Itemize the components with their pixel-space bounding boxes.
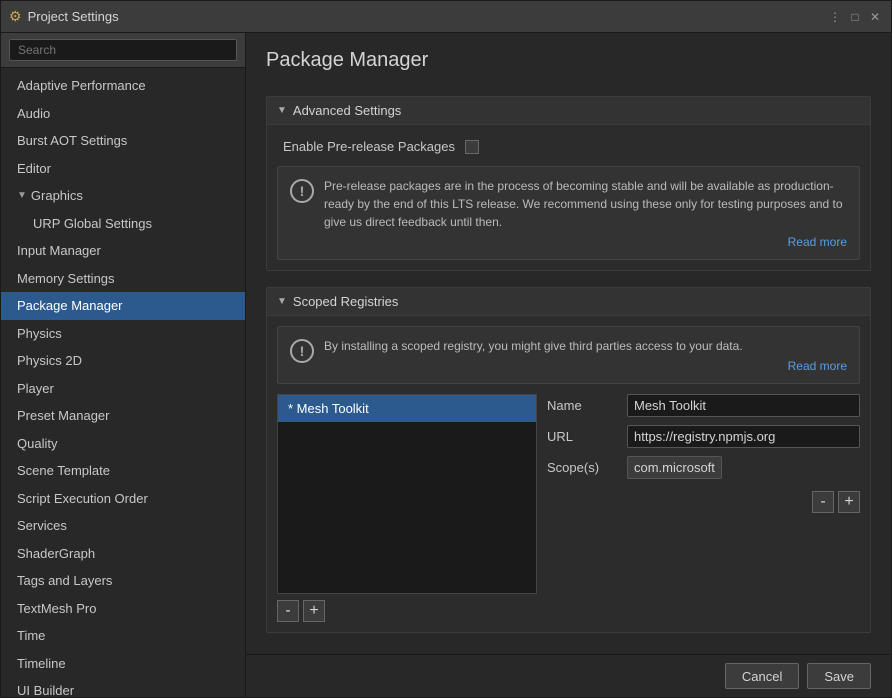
advanced-settings-section: ▼ Advanced Settings Enable Pre-release P… [266, 96, 871, 271]
sidebar-item-input[interactable]: Input Manager [1, 237, 245, 265]
scoped-registries-header[interactable]: ▼ Scoped Registries [267, 288, 870, 316]
main-panel: Package Manager ▼ Advanced Settings Enab… [246, 33, 891, 697]
title-bar-controls: ⋮ □ ✕ [827, 9, 883, 25]
name-field-label: Name [547, 398, 617, 413]
graphics-arrow-icon: ▼ [17, 188, 27, 203]
url-field-label: URL [547, 429, 617, 444]
sidebar-item-time[interactable]: Time [1, 622, 245, 650]
menu-button[interactable]: ⋮ [827, 9, 843, 25]
sidebar-item-urp[interactable]: URP Global Settings [1, 210, 245, 238]
project-settings-window: ⚙ Project Settings ⋮ □ ✕ Adaptive Perfor… [0, 0, 892, 698]
advanced-info-icon: ! [290, 179, 314, 203]
scoped-registries-title: Scoped Registries [293, 294, 399, 309]
sidebar-item-memory[interactable]: Memory Settings [1, 265, 245, 293]
advanced-info-text: Pre-release packages are in the process … [324, 177, 847, 249]
scopes-field-value: com.microsoft [627, 456, 722, 479]
scoped-read-more[interactable]: Read more [324, 359, 847, 373]
scoped-registries-arrow-icon: ▼ [277, 296, 287, 307]
scoped-info-icon: ! [290, 339, 314, 363]
save-button[interactable]: Save [807, 663, 871, 689]
settings-icon: ⚙ [9, 8, 22, 25]
scope-btn-row: - + [547, 487, 860, 513]
registry-list: * Mesh Toolkit [277, 394, 537, 594]
scopes-field-label: Scope(s) [547, 460, 617, 475]
name-field-input[interactable] [627, 394, 860, 417]
sidebar-item-physics[interactable]: Physics [1, 320, 245, 348]
footer: Cancel Save [246, 654, 891, 697]
title-bar-left: ⚙ Project Settings [9, 8, 119, 25]
sidebar-item-player[interactable]: Player [1, 375, 245, 403]
url-field-input[interactable] [627, 425, 860, 448]
search-input[interactable] [9, 39, 237, 61]
registry-list-item-mesh-toolkit[interactable]: * Mesh Toolkit [278, 395, 536, 422]
advanced-read-more[interactable]: Read more [324, 235, 847, 249]
sidebar-item-preset[interactable]: Preset Manager [1, 402, 245, 430]
registry-add-button[interactable]: + [303, 600, 325, 622]
url-field-row: URL [547, 425, 860, 448]
cancel-button[interactable]: Cancel [725, 663, 799, 689]
sidebar-item-graphics[interactable]: ▼ Graphics [1, 182, 245, 210]
sidebar-item-burst[interactable]: Burst AOT Settings [1, 127, 245, 155]
advanced-settings-body: Enable Pre-release Packages ! Pre-releas… [267, 125, 870, 270]
maximize-button[interactable]: □ [847, 9, 863, 25]
scoped-info-description: By installing a scoped registry, you mig… [324, 337, 847, 355]
advanced-info-description: Pre-release packages are in the process … [324, 177, 847, 231]
sidebar-item-audio[interactable]: Audio [1, 100, 245, 128]
sidebar-search-area [1, 33, 245, 68]
window-title: Project Settings [28, 9, 119, 24]
registry-details: Name URL Scope(s) com.microsoft [547, 394, 860, 622]
advanced-settings-header[interactable]: ▼ Advanced Settings [267, 97, 870, 125]
sidebar-item-textmesh[interactable]: TextMesh Pro [1, 595, 245, 623]
sidebar-item-script-exec[interactable]: Script Execution Order [1, 485, 245, 513]
sidebar-item-timeline[interactable]: Timeline [1, 650, 245, 678]
scope-add-button[interactable]: + [838, 491, 860, 513]
pre-release-toggle-row: Enable Pre-release Packages [277, 135, 860, 158]
pre-release-checkbox[interactable] [465, 140, 479, 154]
registry-row: * Mesh Toolkit - + Name [277, 394, 860, 622]
content-area: Adaptive Performance Audio Burst AOT Set… [1, 33, 891, 697]
main-content-area: Package Manager ▼ Advanced Settings Enab… [246, 33, 891, 654]
scoped-registries-section: ▼ Scoped Registries ! By installing a sc… [266, 287, 871, 633]
sidebar-item-editor[interactable]: Editor [1, 155, 245, 183]
sidebar-list: Adaptive Performance Audio Burst AOT Set… [1, 68, 245, 697]
sidebar-item-quality[interactable]: Quality [1, 430, 245, 458]
sidebar-item-package-manager[interactable]: Package Manager [1, 292, 245, 320]
sidebar-item-adaptive-performance[interactable]: Adaptive Performance [1, 72, 245, 100]
registry-remove-button[interactable]: - [277, 600, 299, 622]
registry-list-btn-row: - + [277, 594, 537, 622]
sidebar: Adaptive Performance Audio Burst AOT Set… [1, 33, 246, 697]
sidebar-item-ui-builder[interactable]: UI Builder [1, 677, 245, 697]
advanced-settings-title: Advanced Settings [293, 103, 401, 118]
advanced-info-box: ! Pre-release packages are in the proces… [277, 166, 860, 260]
advanced-settings-arrow-icon: ▼ [277, 105, 287, 116]
scoped-info-box: ! By installing a scoped registry, you m… [277, 326, 860, 384]
name-field-row: Name [547, 394, 860, 417]
sidebar-item-scene-template[interactable]: Scene Template [1, 457, 245, 485]
title-bar: ⚙ Project Settings ⋮ □ ✕ [1, 1, 891, 33]
scope-remove-button[interactable]: - [812, 491, 834, 513]
registry-list-panel: * Mesh Toolkit - + [277, 394, 537, 622]
scoped-registries-body: ! By installing a scoped registry, you m… [267, 316, 870, 632]
sidebar-item-shadergraph[interactable]: ShaderGraph [1, 540, 245, 568]
sidebar-item-physics2d[interactable]: Physics 2D [1, 347, 245, 375]
pre-release-label: Enable Pre-release Packages [283, 139, 455, 154]
close-button[interactable]: ✕ [867, 9, 883, 25]
page-title: Package Manager [266, 49, 871, 72]
sidebar-item-tags[interactable]: Tags and Layers [1, 567, 245, 595]
sidebar-item-services[interactable]: Services [1, 512, 245, 540]
scopes-field-row: Scope(s) com.microsoft [547, 456, 860, 479]
scoped-info-text: By installing a scoped registry, you mig… [324, 337, 847, 373]
